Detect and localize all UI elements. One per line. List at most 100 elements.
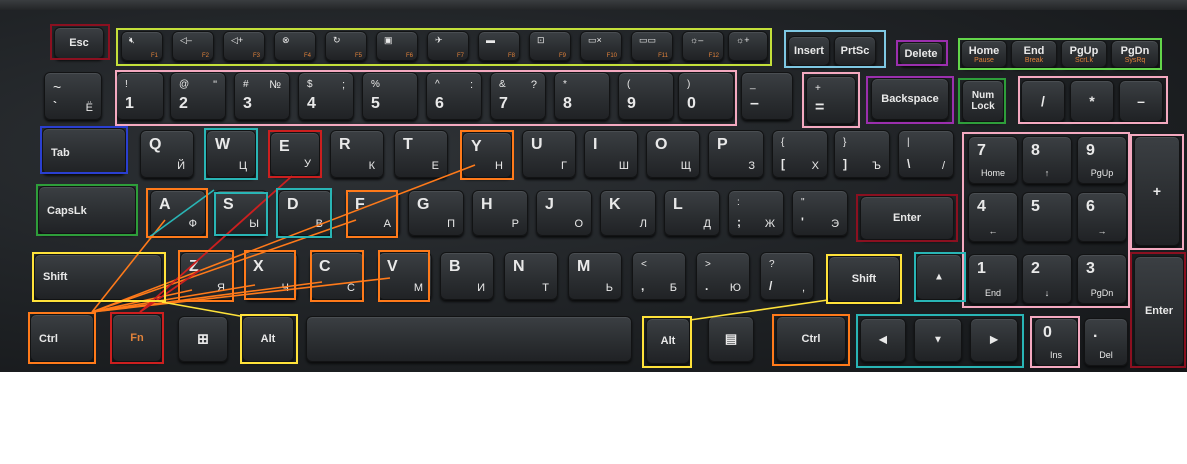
key-6[interactable]: ^ : 6 bbox=[426, 72, 482, 120]
key-windows[interactable]: ⊞ bbox=[178, 316, 228, 362]
key-k[interactable]: K Л bbox=[600, 190, 656, 236]
key-kp-sub[interactable]: – bbox=[1119, 80, 1163, 122]
key-shift-right[interactable]: Shift bbox=[828, 256, 900, 302]
key-alt-left[interactable]: Alt bbox=[242, 316, 294, 362]
key-5[interactable]: % 5 bbox=[362, 72, 418, 120]
key-kp8[interactable]: 8 ↑ bbox=[1022, 136, 1072, 184]
key-x[interactable]: X Ч bbox=[244, 252, 298, 300]
key-w[interactable]: W Ц bbox=[206, 130, 256, 178]
key-l[interactable]: L Д bbox=[664, 190, 720, 236]
key-kp-dot[interactable]: . Del bbox=[1084, 318, 1128, 366]
key-enter[interactable]: Enter bbox=[860, 196, 954, 240]
key-kp2[interactable]: 2 ↓ bbox=[1022, 254, 1072, 304]
key-m[interactable]: M Ь bbox=[568, 252, 622, 300]
key-home[interactable]: Home Pause bbox=[961, 40, 1007, 68]
key-2[interactable]: @ " 2 bbox=[170, 72, 226, 120]
key-7[interactable]: & ? 7 bbox=[490, 72, 546, 120]
key-quote[interactable]: " ' Э bbox=[792, 190, 848, 236]
key-tilde[interactable]: ~ ` Ё bbox=[44, 72, 102, 120]
key-j[interactable]: J О bbox=[536, 190, 592, 236]
key-b[interactable]: B И bbox=[440, 252, 494, 300]
key-t[interactable]: T Е bbox=[394, 130, 448, 178]
key-g[interactable]: G П bbox=[408, 190, 464, 236]
key-arrow-up[interactable]: ▲ bbox=[916, 254, 962, 300]
key-f4[interactable]: ⊗ F4 bbox=[274, 31, 316, 61]
key-esc[interactable]: Esc bbox=[54, 27, 104, 59]
key-a[interactable]: A Ф bbox=[150, 190, 206, 236]
key-f11[interactable]: ▭▭ F11 bbox=[631, 31, 673, 61]
key-0[interactable]: ) 0 bbox=[678, 72, 734, 120]
key-c[interactable]: C С bbox=[310, 252, 364, 300]
key-menu[interactable]: ▤ bbox=[708, 316, 754, 362]
key-f2[interactable]: ◁– F2 bbox=[172, 31, 214, 61]
key-n[interactable]: N Т bbox=[504, 252, 558, 300]
key-i[interactable]: I Ш bbox=[584, 130, 638, 178]
key-u[interactable]: U Г bbox=[522, 130, 576, 178]
key-slash[interactable]: ? / , bbox=[760, 252, 814, 300]
key-kp4[interactable]: 4 ← bbox=[968, 192, 1018, 242]
key-f5[interactable]: ↻ F5 bbox=[325, 31, 367, 61]
key-d[interactable]: D В bbox=[278, 190, 332, 236]
key-backspace[interactable]: Backspace bbox=[871, 78, 949, 120]
key-kp5[interactable]: 5 bbox=[1022, 192, 1072, 242]
key-v[interactable]: V М bbox=[378, 252, 432, 300]
key-delete[interactable]: Delete bbox=[899, 42, 943, 66]
key-insert[interactable]: Insert bbox=[788, 36, 830, 66]
key-kp6[interactable]: 6 → bbox=[1077, 192, 1127, 242]
key-f9[interactable]: ⊡ F9 bbox=[529, 31, 571, 61]
key-kp7[interactable]: 7 Home bbox=[968, 136, 1018, 184]
key-tab[interactable]: Tab bbox=[42, 128, 126, 174]
key-8[interactable]: * 8 bbox=[554, 72, 610, 120]
key-arrow-right[interactable]: ▶ bbox=[970, 318, 1018, 362]
key-f10[interactable]: ▭× F10 bbox=[580, 31, 622, 61]
key-shift-left[interactable]: Shift bbox=[34, 254, 162, 300]
key-p[interactable]: P З bbox=[708, 130, 764, 178]
key-arrow-left[interactable]: ◀ bbox=[860, 318, 906, 362]
key-f7[interactable]: ✈ F7 bbox=[427, 31, 469, 61]
key-brightness-up[interactable]: ☼+ bbox=[728, 31, 768, 61]
key-y[interactable]: Y Н bbox=[462, 132, 512, 178]
key-kp3[interactable]: 3 PgDn bbox=[1077, 254, 1127, 304]
key-f12[interactable]: ☼– F12 bbox=[682, 31, 724, 61]
key-period[interactable]: > . Ю bbox=[696, 252, 750, 300]
key-4[interactable]: $ ; 4 bbox=[298, 72, 354, 120]
key-kp0[interactable]: 0 Ins bbox=[1034, 318, 1078, 366]
key-f8[interactable]: ▬ F8 bbox=[478, 31, 520, 61]
key-pgdn[interactable]: PgDn SysRq bbox=[1111, 40, 1159, 68]
key-equal[interactable]: + = bbox=[806, 76, 856, 124]
key-alt-right[interactable]: Alt bbox=[646, 318, 690, 364]
key-rbracket[interactable]: } ] Ъ bbox=[834, 130, 890, 178]
key-f[interactable]: F А bbox=[346, 190, 400, 236]
key-kp-mul[interactable]: * bbox=[1070, 80, 1114, 122]
key-ctrl-right[interactable]: Ctrl bbox=[776, 316, 846, 362]
key-prtsc[interactable]: PrtSc bbox=[834, 36, 876, 66]
key-q[interactable]: Q Й bbox=[140, 130, 194, 178]
key-kp-div[interactable]: / bbox=[1021, 80, 1065, 122]
key-lbracket[interactable]: { [ Х bbox=[772, 130, 828, 178]
key-pgup[interactable]: PgUp ScrLk bbox=[1061, 40, 1107, 68]
key-e[interactable]: E У bbox=[270, 132, 320, 176]
key-f1[interactable]: 🔇︎ F1 bbox=[121, 31, 163, 61]
key-h[interactable]: H Р bbox=[472, 190, 528, 236]
key-f6[interactable]: ▣ F6 bbox=[376, 31, 418, 61]
key-kp-enter[interactable]: Enter bbox=[1134, 256, 1184, 366]
key-ctrl-left[interactable]: Ctrl bbox=[30, 314, 94, 362]
key-1[interactable]: ! 1 bbox=[116, 72, 164, 120]
key-fn[interactable]: Fn bbox=[112, 314, 162, 362]
key-9[interactable]: ( 9 bbox=[618, 72, 674, 120]
key-numlock[interactable]: Num Lock bbox=[962, 80, 1004, 122]
key-o[interactable]: O Щ bbox=[646, 130, 700, 178]
key-f3[interactable]: ◁+ F3 bbox=[223, 31, 265, 61]
key-semicolon[interactable]: : ; Ж bbox=[728, 190, 784, 236]
key-arrow-down[interactable]: ▼ bbox=[914, 318, 962, 362]
key-z[interactable]: Z Я bbox=[180, 252, 234, 300]
key-end[interactable]: End Break bbox=[1011, 40, 1057, 68]
key-3[interactable]: # № 3 bbox=[234, 72, 290, 120]
key-s[interactable]: S Ы bbox=[214, 190, 268, 236]
key-minus[interactable]: _ – bbox=[741, 72, 793, 120]
key-kp1[interactable]: 1 End bbox=[968, 254, 1018, 304]
key-r[interactable]: R К bbox=[330, 130, 384, 178]
key-comma[interactable]: < , Б bbox=[632, 252, 686, 300]
key-capslock[interactable]: CapsLk bbox=[38, 186, 136, 234]
key-kp-add[interactable]: + bbox=[1134, 136, 1180, 246]
